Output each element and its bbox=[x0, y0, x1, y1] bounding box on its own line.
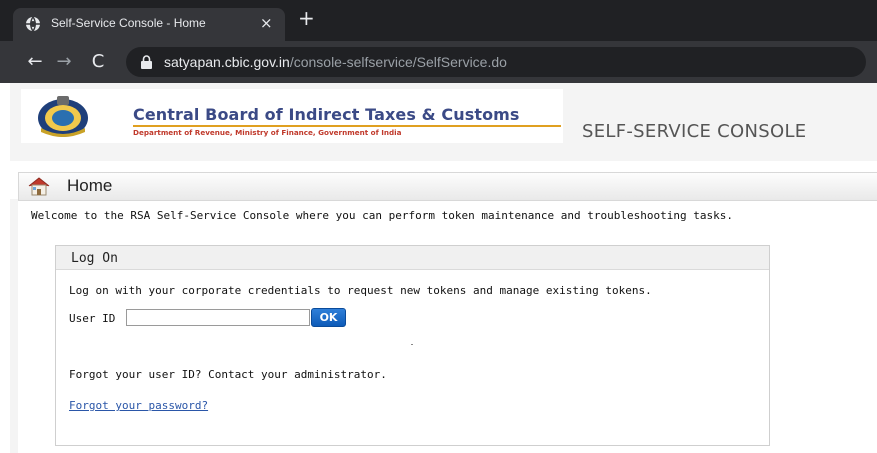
home-bar: Home bbox=[18, 172, 877, 201]
forgot-userid-text: Forgot your user ID? Contact your admini… bbox=[69, 368, 387, 381]
address-bar[interactable]: satyapan.cbic.gov.in/console-selfservice… bbox=[126, 47, 866, 77]
welcome-text: Welcome to the RSA Self-Service Console … bbox=[31, 209, 733, 222]
cbic-logo: Central Board of Indirect Taxes & Custom… bbox=[21, 89, 563, 143]
page-header: Central Board of Indirect Taxes & Custom… bbox=[10, 83, 877, 161]
browser-tab[interactable]: Self-Service Console - Home × bbox=[13, 8, 285, 41]
logon-panel-header: Log On bbox=[56, 246, 769, 270]
page-title: Home bbox=[67, 176, 113, 195]
logon-panel: Log On Log on with your corporate creden… bbox=[55, 245, 770, 446]
userid-label: User ID bbox=[69, 312, 116, 325]
forward-button[interactable]: → bbox=[51, 49, 77, 75]
url-host: satyapan.cbic.gov.in bbox=[164, 54, 290, 70]
logon-title: Log On bbox=[71, 251, 118, 266]
logo-divider bbox=[133, 125, 561, 127]
reload-button[interactable]: C bbox=[85, 49, 111, 75]
url-text[interactable]: satyapan.cbic.gov.in/console-selfservice… bbox=[164, 54, 507, 70]
logon-instructions: Log on with your corporate credentials t… bbox=[69, 284, 652, 297]
emblem-logo bbox=[38, 96, 88, 137]
tab-close-icon[interactable]: × bbox=[260, 14, 273, 32]
browser-toolbar: ← → C satyapan.cbic.gov.in/console-selfs… bbox=[0, 41, 877, 83]
divider-dot bbox=[411, 344, 413, 345]
home-icon bbox=[28, 177, 50, 196]
left-margin-strip bbox=[10, 199, 18, 453]
page-content: Central Board of Indirect Taxes & Custom… bbox=[0, 83, 877, 453]
globe-favicon-icon bbox=[26, 16, 40, 32]
logo-title: Central Board of Indirect Taxes & Custom… bbox=[133, 105, 520, 124]
url-path: /console-selfservice/SelfService.do bbox=[289, 54, 507, 70]
back-button[interactable]: ← bbox=[22, 49, 48, 75]
console-title: SELF-SERVICE CONSOLE bbox=[582, 121, 807, 142]
browser-tab-strip: Self-Service Console - Home × + bbox=[0, 0, 877, 41]
new-tab-button[interactable]: + bbox=[298, 7, 315, 29]
logo-subtitle: Department of Revenue, Ministry of Finan… bbox=[133, 128, 402, 137]
tab-title: Self-Service Console - Home bbox=[51, 16, 206, 30]
ok-button[interactable]: OK bbox=[311, 308, 346, 327]
userid-input[interactable] bbox=[126, 309, 310, 326]
lock-icon[interactable] bbox=[140, 55, 153, 69]
forgot-password-link[interactable]: Forgot your password? bbox=[69, 399, 208, 412]
